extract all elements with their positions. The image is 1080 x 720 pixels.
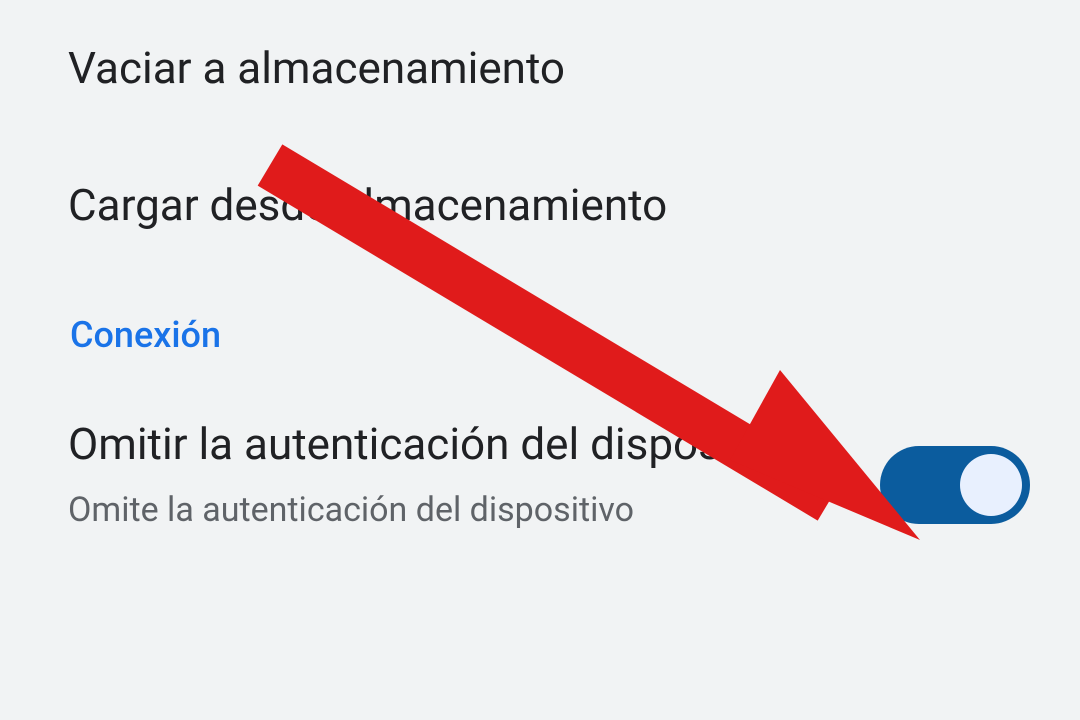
section-connection: Conexión [0, 274, 1080, 376]
toggle-thumb-icon [960, 454, 1022, 516]
toggle-text: Omitir la autenticación del dispositivo … [68, 416, 880, 531]
setting-load-storage[interactable]: Cargar desde almacenamiento [0, 137, 1080, 274]
setting-skip-auth[interactable]: Omitir la autenticación del dispositivo … [0, 376, 1080, 531]
toggle-subtitle: Omite la autenticación del dispositivo [68, 488, 840, 532]
toggle-title: Omitir la autenticación del dispositivo [68, 416, 840, 473]
setting-title: Cargar desde almacenamiento [68, 177, 1012, 234]
setting-title: Vaciar a almacenamiento [68, 40, 1012, 97]
section-title: Conexión [70, 314, 1010, 356]
setting-clear-storage[interactable]: Vaciar a almacenamiento [0, 0, 1080, 137]
skip-auth-toggle[interactable] [880, 446, 1030, 524]
